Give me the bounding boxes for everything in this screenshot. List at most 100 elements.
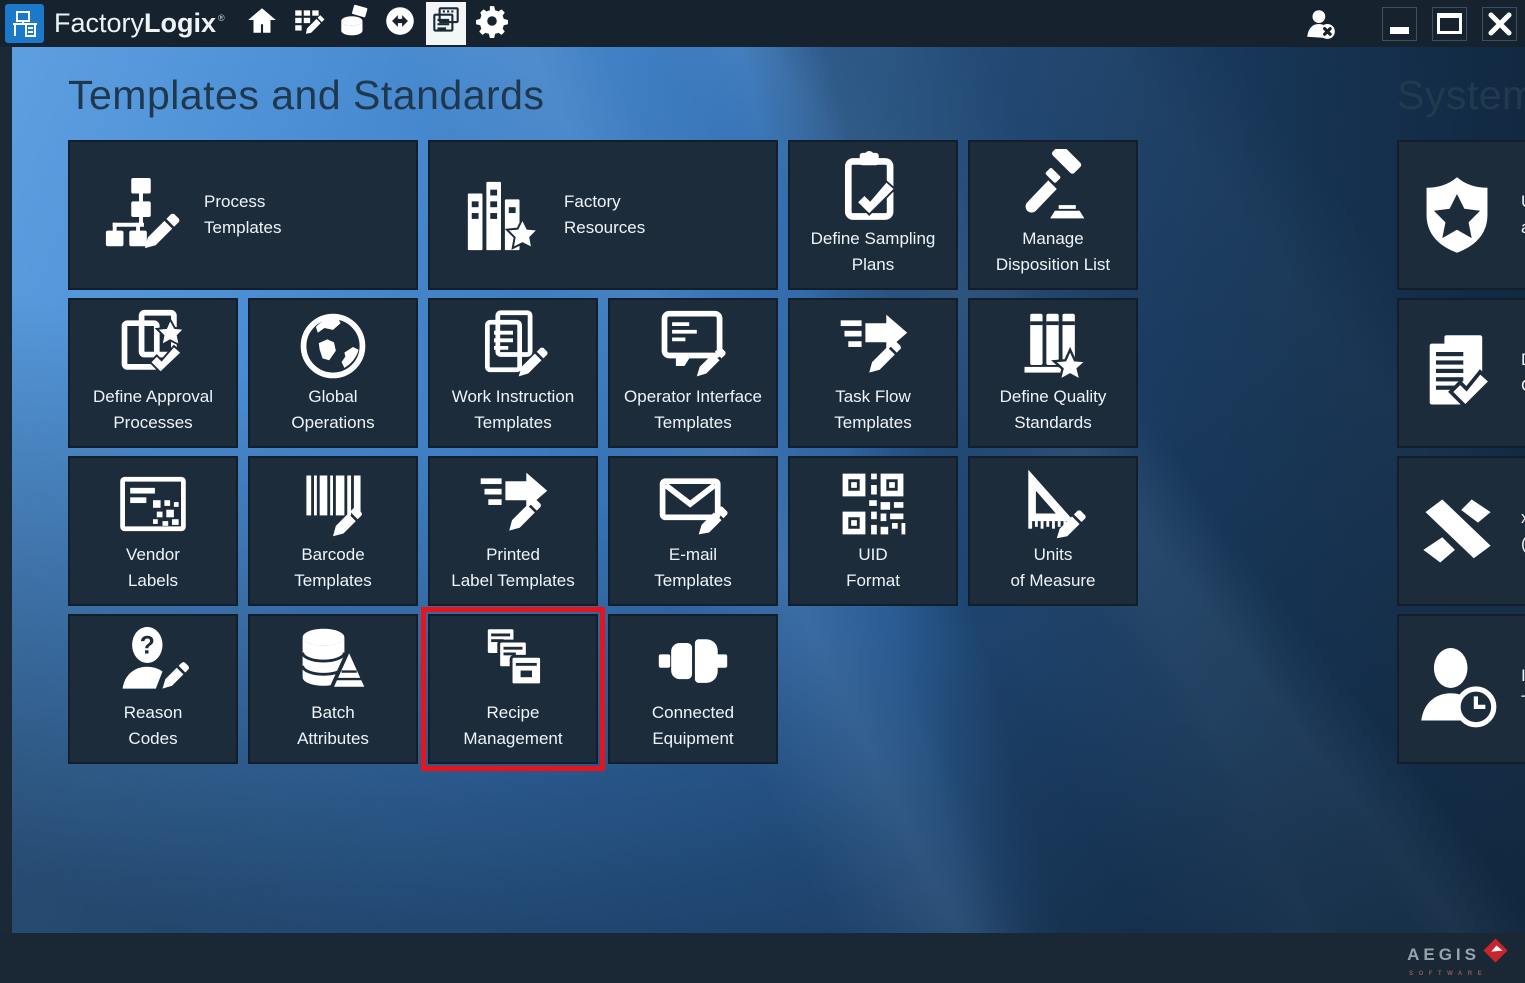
- tile-reason-codes[interactable]: ?ReasonCodes: [68, 614, 238, 764]
- tile-task-flow[interactable]: Task FlowTemplates: [788, 298, 958, 448]
- tile-quality-standards[interactable]: Define QualityStandards: [968, 298, 1138, 448]
- nav-templates-icon[interactable]: [426, 2, 466, 45]
- tile-printed-label[interactable]: PrintedLabel Templates: [428, 456, 598, 606]
- tile-row: ?ReasonCodes BatchAttributes RecipeManagem…: [68, 614, 778, 764]
- tile-label: UIDFormat: [846, 542, 900, 594]
- tile-label: BatchAttributes: [297, 700, 369, 752]
- aegis-logo-text: AEGIS: [1407, 945, 1480, 965]
- nav-data-editor-icon[interactable]: [285, 0, 331, 47]
- minimize-button[interactable]: [1382, 7, 1417, 41]
- tile-units-of-measure[interactable]: Unitsof Measure: [968, 456, 1138, 606]
- tile-email-templates[interactable]: E-mailTemplates: [608, 456, 778, 606]
- document-check-icon: [1413, 327, 1501, 419]
- shield-star-icon: [1413, 169, 1501, 261]
- global-operations-icon: [295, 313, 371, 379]
- sync-icon: [383, 4, 417, 43]
- system-tile-document-check[interactable]: DC: [1397, 298, 1525, 448]
- tile-global-operations[interactable]: GlobalOperations: [248, 298, 418, 448]
- tile-label: Operator InterfaceTemplates: [624, 384, 762, 436]
- window-frame-left: [0, 47, 12, 933]
- quality-standards-icon: [1015, 313, 1091, 379]
- home-icon: [245, 4, 279, 43]
- nav-home-icon[interactable]: [239, 0, 285, 47]
- system-tile-xtend[interactable]: x(: [1397, 456, 1525, 606]
- tile-process-templates[interactable]: ProcessTemplates: [68, 140, 418, 290]
- recipe-management-icon: [475, 629, 551, 695]
- bottom-bar: AEGIS SOFTWARE: [0, 933, 1525, 983]
- nav-settings-gear-icon[interactable]: [469, 0, 515, 47]
- batch-attributes-icon: [295, 629, 371, 695]
- tile-label: BarcodeTemplates: [294, 542, 371, 594]
- tile-factory-resources[interactable]: FactoryResources: [428, 140, 778, 290]
- user-logout-icon[interactable]: [1299, 0, 1343, 47]
- tile-approval-processes[interactable]: Define ApprovalProcesses: [68, 298, 238, 448]
- title-bar: FactoryLogix®: [0, 0, 1525, 47]
- factory-resources-icon: [462, 174, 540, 256]
- tile-label: ConnectedEquipment: [652, 700, 734, 752]
- minimize-icon: [1390, 27, 1409, 34]
- system-tile-column: Ua DC x( IT: [1397, 140, 1525, 772]
- tile-label: PrintedLabel Templates: [451, 542, 575, 594]
- system-tile-shield-star[interactable]: Ua: [1397, 140, 1525, 290]
- trademark-symbol: ®: [218, 13, 225, 23]
- aegis-logo-subtext: SOFTWARE: [1407, 971, 1487, 977]
- maximize-icon: [1437, 13, 1462, 34]
- close-button[interactable]: [1482, 7, 1517, 41]
- email-templates-icon: [655, 471, 731, 537]
- brand-light: Factory: [54, 8, 144, 39]
- tile-label: RecipeManagement: [463, 700, 562, 752]
- barcode-templates-icon: [295, 471, 371, 537]
- nav-import-data-icon[interactable]: [331, 0, 377, 47]
- tile-label: VendorLabels: [126, 542, 180, 594]
- main-nav: [239, 0, 515, 47]
- tile-label: FactoryResources: [564, 189, 645, 241]
- close-icon: [1487, 11, 1513, 37]
- tile-barcode-templates[interactable]: BarcodeTemplates: [248, 456, 418, 606]
- tile-operator-interface[interactable]: Operator InterfaceTemplates: [608, 298, 778, 448]
- brand-wordmark: FactoryLogix®: [54, 8, 225, 39]
- tile-vendor-labels[interactable]: VendorLabels: [68, 456, 238, 606]
- tile-batch-attributes[interactable]: BatchAttributes: [248, 614, 418, 764]
- tile-label: GlobalOperations: [291, 384, 374, 436]
- approval-processes-icon: [115, 313, 191, 379]
- system-tile-person-clock[interactable]: IT: [1397, 614, 1525, 764]
- sampling-plans-icon: [835, 155, 911, 221]
- tile-label: Work InstructionTemplates: [452, 384, 575, 436]
- maximize-button[interactable]: [1432, 7, 1467, 41]
- tile-label: Define SamplingPlans: [811, 226, 936, 278]
- tile-label: Define ApprovalProcesses: [93, 384, 213, 436]
- reason-codes-icon: ?: [115, 629, 191, 695]
- factorylogix-window: FactoryLogix® Templates and Standards Sy…: [0, 0, 1525, 983]
- system-tile-label-fragment: x(: [1521, 505, 1525, 557]
- tile-connected-equipment[interactable]: ConnectedEquipment: [608, 614, 778, 764]
- tile-sampling-plans[interactable]: Define SamplingPlans: [788, 140, 958, 290]
- titlebar-right: [1299, 0, 1517, 47]
- settings-gear-icon: [475, 4, 509, 43]
- tile-row: VendorLabels BarcodeTemplates PrintedLabel…: [68, 456, 1138, 606]
- tile-label: ManageDisposition List: [996, 226, 1110, 278]
- connected-equipment-icon: [655, 629, 731, 695]
- uid-format-icon: [835, 471, 911, 537]
- section-title-templates-standards: Templates and Standards: [68, 72, 544, 119]
- person-clock-icon: [1413, 643, 1501, 735]
- tile-disposition-list[interactable]: ManageDisposition List: [968, 140, 1138, 290]
- tile-recipe-management[interactable]: RecipeManagement: [428, 614, 598, 764]
- aegis-logo: AEGIS SOFTWARE: [1407, 939, 1509, 977]
- nav-sync-icon[interactable]: [377, 0, 423, 47]
- printed-label-icon: [475, 471, 551, 537]
- system-tile-label-fragment: Ua: [1521, 189, 1525, 241]
- units-of-measure-icon: [1015, 471, 1091, 537]
- templates-icon: [429, 4, 463, 43]
- tile-uid-format[interactable]: UIDFormat: [788, 456, 958, 606]
- tile-label: Define QualityStandards: [1000, 384, 1107, 436]
- tile-label: E-mailTemplates: [654, 542, 731, 594]
- tile-row: ProcessTemplates FactoryResources Define S…: [68, 140, 1138, 290]
- xtend-icon: [1413, 485, 1501, 577]
- aegis-diamond-icon: [1482, 937, 1509, 969]
- tile-work-instruction[interactable]: Work InstructionTemplates: [428, 298, 598, 448]
- process-templates-icon: [102, 174, 180, 256]
- tile-label: Task FlowTemplates: [834, 384, 911, 436]
- system-tile-label-fragment: IT: [1521, 663, 1525, 715]
- data-editor-icon: [291, 4, 325, 43]
- svg-text:?: ?: [140, 632, 155, 659]
